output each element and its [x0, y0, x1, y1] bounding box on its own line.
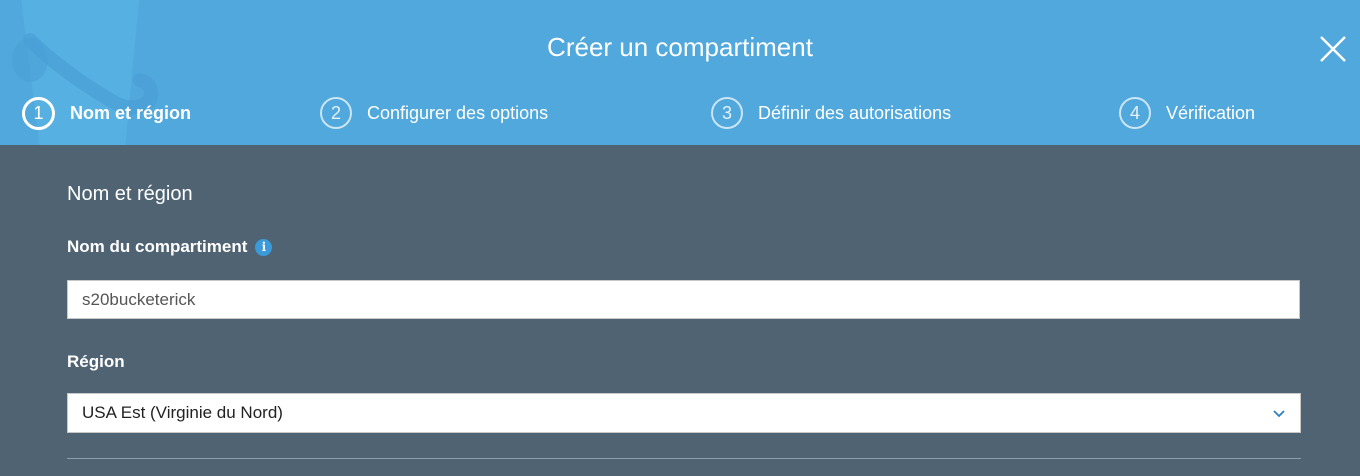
- step-label: Configurer des options: [367, 102, 549, 123]
- step-set-permissions[interactable]: 3 Définir des autorisations: [711, 96, 951, 130]
- step-label: Vérification: [1166, 102, 1256, 123]
- bucket-name-label-text: Nom du compartiment: [67, 237, 248, 256]
- region-selected-value: USA Est (Virginie du Nord): [82, 403, 283, 422]
- step-name-and-region[interactable]: 1 Nom et région: [22, 96, 191, 130]
- step-label: Nom et région: [70, 102, 192, 123]
- dialog-title: Créer un compartiment: [547, 32, 813, 62]
- region-label: Région: [67, 352, 125, 371]
- step-number-badge: 2: [320, 97, 352, 129]
- dialog-header: Créer un compartiment 1 Nom et région 2 …: [0, 0, 1360, 145]
- step-label: Définir des autorisations: [758, 102, 952, 123]
- step-configure-options[interactable]: 2 Configurer des options: [320, 96, 548, 130]
- region-select[interactable]: USA Est (Virginie du Nord): [67, 393, 1301, 433]
- step-number-badge: 1: [22, 96, 55, 130]
- bucket-name-label: Nom du compartiment i: [67, 236, 273, 258]
- info-icon[interactable]: i: [255, 238, 273, 256]
- section-title: Nom et région: [67, 183, 193, 205]
- step-number-badge: 4: [1119, 97, 1151, 129]
- divider: [67, 458, 1301, 459]
- chevron-down-icon: [1273, 410, 1285, 418]
- close-icon: [1320, 36, 1346, 62]
- close-button[interactable]: [1317, 33, 1349, 65]
- step-review[interactable]: 4 Vérification: [1119, 96, 1255, 130]
- create-bucket-dialog: Créer un compartiment 1 Nom et région 2 …: [0, 0, 1360, 476]
- step-number-badge: 3: [711, 97, 743, 129]
- bucket-name-input[interactable]: [67, 280, 1300, 319]
